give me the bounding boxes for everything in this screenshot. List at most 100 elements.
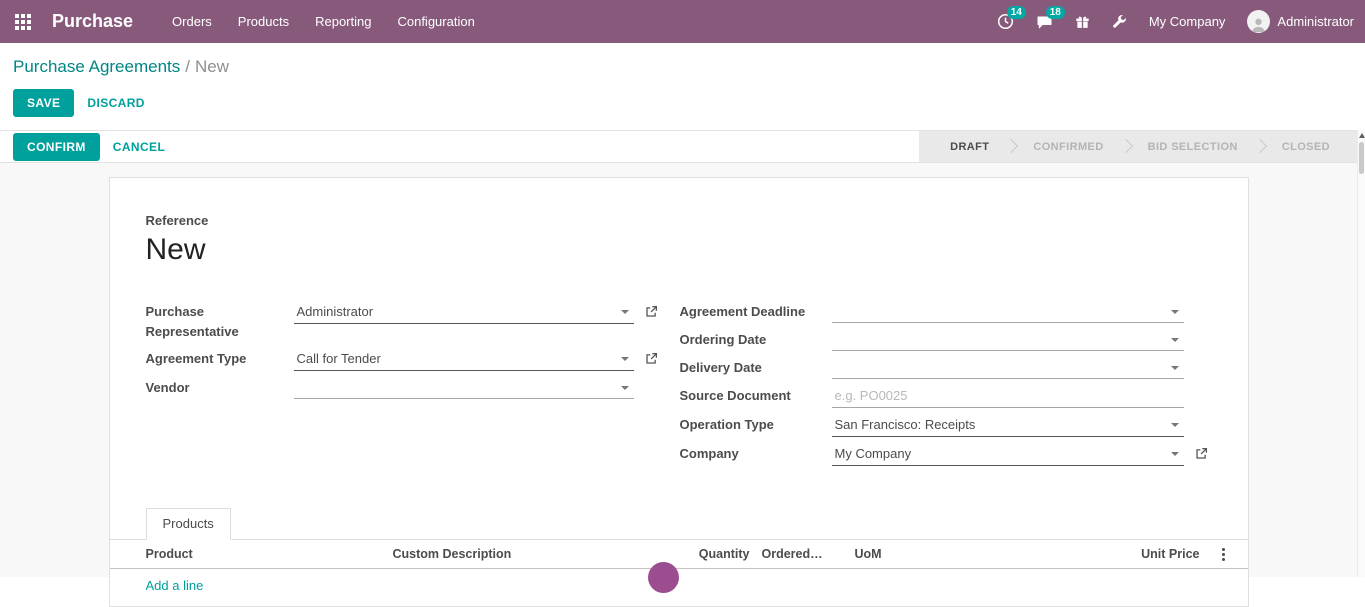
menu-configuration[interactable]: Configuration (384, 0, 487, 43)
agreement-deadline-label: Agreement Deadline (680, 301, 832, 322)
column-header-custom-description[interactable]: Custom Description (393, 547, 680, 561)
menu-products[interactable]: Products (225, 0, 302, 43)
statusbar-chevron-icon (1121, 131, 1131, 162)
activities-badge: 14 (1007, 6, 1026, 19)
notebook-tabs: Products (110, 508, 1248, 540)
field-operation-type: Operation Type San Francisco: Receipts (680, 414, 1208, 437)
source-document-label: Source Document (680, 385, 832, 406)
control-panel: CONFIRM CANCEL DRAFT CONFIRMED BID SELEC… (0, 130, 1357, 163)
field-ordering-date: Ordering Date (680, 329, 1208, 351)
column-header-ordered-quantity[interactable]: Ordered Qua... (750, 547, 824, 561)
user-menu[interactable]: Administrator (1236, 0, 1365, 43)
icon-spacer (1184, 301, 1208, 305)
column-header-unit-price[interactable]: Unit Price (944, 547, 1200, 561)
top-navbar: Purchase Orders Products Reporting Confi… (0, 0, 1365, 43)
gift-icon (1075, 14, 1090, 30)
dropdown-caret-icon (1171, 423, 1179, 427)
column-header-quantity[interactable]: Quantity (680, 547, 750, 561)
operation-type-label: Operation Type (680, 414, 832, 435)
save-button[interactable]: SAVE (13, 89, 74, 117)
scrollbar-up-arrow-icon[interactable] (1359, 133, 1365, 138)
statusbar: DRAFT CONFIRMED BID SELECTION CLOSED (919, 131, 1357, 162)
delivery-date-input[interactable] (832, 357, 1184, 379)
gift-button[interactable] (1064, 0, 1101, 43)
icon-spacer (1184, 414, 1208, 418)
confirm-button[interactable]: CONFIRM (13, 133, 100, 161)
icon-spacer (1184, 329, 1208, 333)
purchase-representative-label: Purchase Representative (146, 301, 294, 342)
status-draft[interactable]: DRAFT (933, 131, 1006, 162)
icon-spacer (1184, 357, 1208, 361)
tools-button[interactable] (1101, 0, 1138, 43)
company-switcher[interactable]: My Company (1138, 0, 1237, 43)
apps-menu-button[interactable] (0, 0, 46, 43)
status-closed[interactable]: CLOSED (1265, 131, 1347, 162)
statusbar-chevron-icon (1255, 131, 1265, 162)
breadcrumb-current: New (195, 57, 229, 76)
vendor-icon-spacer (634, 377, 658, 381)
dropdown-caret-icon (1171, 338, 1179, 342)
dropdown-caret-icon (621, 357, 629, 361)
company-label: Company (680, 443, 832, 464)
vendor-input[interactable] (294, 377, 634, 399)
dropdown-caret-icon (621, 386, 629, 390)
products-table-header: Product Custom Description Quantity Orde… (110, 540, 1248, 569)
breadcrumb-separator: / (185, 57, 190, 76)
field-agreement-type: Agreement Type Call for Tender (146, 348, 658, 371)
source-document-input-wrap (832, 385, 1184, 408)
field-source-document: Source Document (680, 385, 1208, 408)
menu-reporting[interactable]: Reporting (302, 0, 384, 43)
dropdown-caret-icon (1171, 452, 1179, 456)
column-header-product[interactable]: Product (110, 547, 393, 561)
vertical-scrollbar[interactable] (1357, 130, 1365, 577)
column-header-uom[interactable]: UoM (824, 547, 944, 561)
user-name: Administrator (1277, 14, 1354, 29)
messages-badge: 18 (1046, 6, 1065, 19)
app-name[interactable]: Purchase (52, 0, 133, 43)
scrollbar-thumb[interactable] (1359, 142, 1364, 174)
chatter-avatar (648, 562, 679, 593)
main-menu: Orders Products Reporting Configuration (159, 0, 488, 43)
apps-grid-icon (15, 14, 31, 30)
dropdown-caret-icon (1171, 310, 1179, 314)
vendor-label: Vendor (146, 377, 294, 398)
purchase-representative-external-link-icon[interactable] (634, 301, 658, 318)
form-view: Reference New Purchase Representative Ad… (0, 163, 1357, 577)
form-actions: SAVE DISCARD (0, 79, 1365, 130)
optional-columns-icon[interactable] (1218, 544, 1229, 565)
agreement-type-external-link-icon[interactable] (634, 348, 658, 365)
status-bid-selection[interactable]: BID SELECTION (1131, 131, 1255, 162)
dropdown-caret-icon (1171, 366, 1179, 370)
field-company: Company My Company (680, 443, 1208, 466)
status-confirmed[interactable]: CONFIRMED (1016, 131, 1120, 162)
agreement-type-label: Agreement Type (146, 348, 294, 369)
menu-orders[interactable]: Orders (159, 0, 225, 43)
discard-button[interactable]: DISCARD (74, 89, 157, 117)
messages-button[interactable]: 18 (1025, 0, 1064, 43)
dropdown-caret-icon (621, 310, 629, 314)
reference-label: Reference (146, 213, 1212, 228)
cancel-button[interactable]: CANCEL (100, 133, 178, 161)
field-vendor: Vendor (146, 377, 658, 399)
statusbar-chevron-icon (1006, 131, 1016, 162)
reference-value[interactable]: New (146, 233, 1212, 267)
field-agreement-deadline: Agreement Deadline (680, 301, 1208, 323)
ordering-date-label: Ordering Date (680, 329, 832, 350)
activities-button[interactable]: 14 (986, 0, 1025, 43)
wrench-icon (1112, 14, 1127, 29)
company-input[interactable]: My Company (832, 443, 1184, 466)
breadcrumb-parent[interactable]: Purchase Agreements (13, 57, 180, 76)
source-document-input[interactable] (835, 386, 1164, 405)
field-purchase-representative: Purchase Representative Administrator (146, 301, 658, 342)
form-sheet: Reference New Purchase Representative Ad… (109, 177, 1249, 607)
agreement-type-input[interactable]: Call for Tender (294, 348, 634, 371)
icon-spacer (1184, 385, 1208, 389)
purchase-representative-input[interactable]: Administrator (294, 301, 634, 324)
agreement-deadline-input[interactable] (832, 301, 1184, 323)
field-delivery-date: Delivery Date (680, 357, 1208, 379)
ordering-date-input[interactable] (832, 329, 1184, 351)
breadcrumb: Purchase Agreements / New (0, 43, 1365, 79)
operation-type-input[interactable]: San Francisco: Receipts (832, 414, 1184, 437)
company-external-link-icon[interactable] (1184, 443, 1208, 460)
tab-products[interactable]: Products (146, 508, 231, 540)
